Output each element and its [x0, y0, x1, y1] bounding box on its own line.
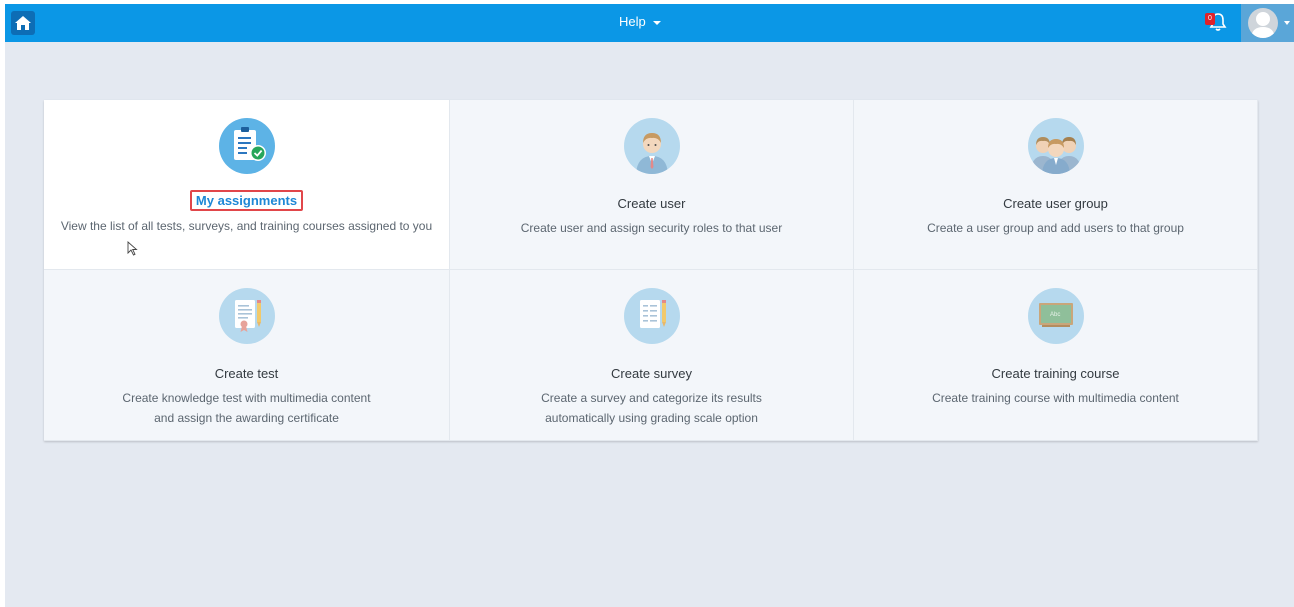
user-icon — [623, 118, 680, 174]
user-group-icon — [1027, 118, 1084, 174]
avatar — [1248, 8, 1278, 38]
home-icon — [15, 16, 31, 30]
chalkboard-icon: Abc — [1027, 288, 1084, 344]
survey-icon — [623, 288, 680, 344]
chevron-down-icon — [652, 20, 661, 25]
tile-create-user[interactable]: Create user Create user and assign secur… — [450, 100, 854, 270]
app-window: Help 0 My assignments View the list of a… — [5, 4, 1294, 607]
tile-description: Create a survey and categorize its resul… — [460, 388, 843, 428]
tile-description: Create user and assign security roles to… — [520, 221, 783, 235]
tile-description-line: Create knowledge test with multimedia co… — [122, 391, 371, 405]
notifications-button[interactable]: 0 — [1205, 11, 1231, 35]
tile-title: Create user group — [1003, 196, 1108, 211]
tile-my-assignments[interactable]: My assignments View the list of all test… — [44, 100, 450, 270]
tile-description-line: automatically using grading scale option — [545, 411, 758, 425]
help-menu[interactable]: Help — [619, 14, 661, 29]
tile-description: Create knowledge test with multimedia co… — [54, 388, 439, 428]
user-silhouette-icon — [1251, 12, 1275, 38]
tile-create-training-course[interactable]: Abc Create training course Create traini… — [854, 270, 1258, 441]
home-button[interactable] — [11, 11, 35, 35]
tile-description-line: Create a survey and categorize its resul… — [541, 391, 762, 405]
user-menu[interactable] — [1241, 4, 1294, 42]
action-tiles-grid: My assignments View the list of all test… — [44, 100, 1258, 441]
tile-title: Create user — [617, 196, 686, 211]
tile-description: View the list of all tests, surveys, and… — [60, 219, 433, 233]
tile-description: Create training course with multimedia c… — [932, 391, 1179, 405]
notification-badge: 0 — [1205, 13, 1215, 25]
tile-title[interactable]: My assignments — [189, 190, 304, 211]
tile-create-test[interactable]: Create test Create knowledge test with m… — [44, 270, 450, 441]
tile-description-line: and assign the awarding certificate — [154, 411, 339, 425]
chalkboard-text: Abc — [1050, 312, 1060, 318]
tile-title: Create test — [214, 366, 279, 381]
clipboard-check-icon — [218, 118, 275, 174]
tile-title: Create training course — [991, 366, 1120, 381]
help-menu-label: Help — [619, 14, 646, 29]
tile-description: Create a user group and add users to tha… — [927, 221, 1184, 235]
chevron-down-icon — [1284, 21, 1290, 25]
tile-title: Create survey — [611, 366, 692, 381]
certificate-test-icon — [218, 288, 275, 344]
mouse-pointer-icon — [127, 241, 138, 256]
top-navigation-bar: Help 0 — [5, 4, 1294, 42]
tile-create-survey[interactable]: Create survey Create a survey and catego… — [450, 270, 854, 441]
tile-create-user-group[interactable]: Create user group Create a user group an… — [854, 100, 1258, 270]
